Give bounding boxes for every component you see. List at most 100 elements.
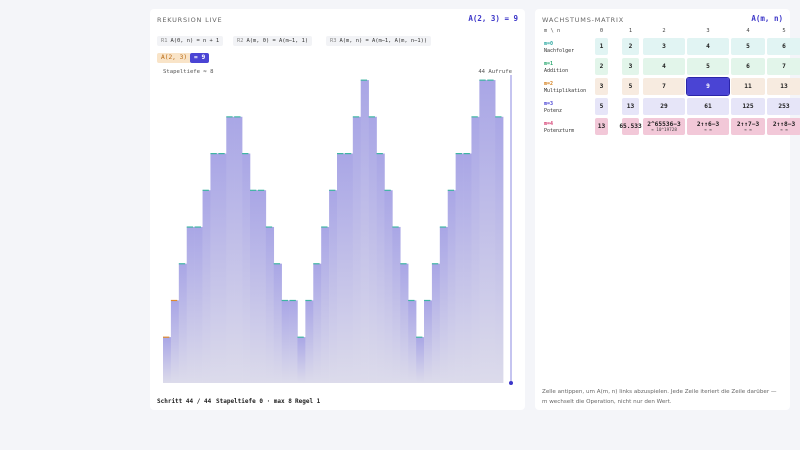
cell-value: 2↑↑7−3: [736, 120, 760, 128]
stack-bar-23: [344, 153, 354, 383]
stack-bar-cap-24: [352, 116, 360, 118]
matrix-cell-m3-n4[interactable]: 125: [731, 98, 765, 115]
matrix-cell-m3-n3[interactable]: 61: [687, 98, 729, 115]
cell-value: 5: [746, 43, 750, 50]
cell-value: 253: [778, 103, 790, 110]
stack-bar-11: [250, 190, 259, 383]
matrix-cell-m1-n0[interactable]: 2: [595, 58, 608, 75]
stack-bar-14: [273, 263, 282, 383]
stack-bar-cap-28: [384, 189, 391, 191]
stack-bar-12: [257, 190, 267, 383]
stack-bar-19: [313, 263, 322, 383]
cell-value: 7: [782, 63, 786, 70]
matrix-cell-m2-n3[interactable]: 9: [686, 77, 730, 96]
matrix-cell-m0-n0[interactable]: 1: [595, 38, 608, 55]
matrix-cell-m2-n4[interactable]: 11: [731, 78, 765, 95]
matrix-cell-m4-n2[interactable]: 2^65536−3 ≈ 10^19728: [643, 118, 685, 135]
stack-bar-34: [431, 263, 441, 383]
row-label-m0: m=0 Nachfolger: [544, 41, 574, 54]
matrix-cell-m2-n1[interactable]: 5: [622, 78, 639, 95]
stack-bar-cap-18: [305, 299, 312, 302]
matrix-cell-m0-n4[interactable]: 5: [731, 38, 765, 55]
matrix-cell-m4-n5[interactable]: 2↑↑8−3 ≈ ∞: [767, 118, 800, 135]
stack-bar-cap-41: [487, 79, 494, 81]
recursion-panel: REKURSION LIVE A(2, 3) = 9 R1 A(0, n) = n…: [150, 9, 525, 410]
stack-bar-cap-6: [210, 153, 217, 155]
matrix-cell-m4-n4[interactable]: 2↑↑7−3 ≈ ∞: [731, 118, 765, 135]
matrix-cell-m2-n2[interactable]: 7: [643, 78, 685, 95]
stack-bar-cap-9: [234, 116, 241, 118]
stack-bar-17: [297, 337, 306, 383]
cell-value: 13: [780, 83, 788, 90]
stack-bar-cap-2: [178, 263, 186, 265]
recursion-result-heading: A(2, 3) = 9: [468, 14, 518, 23]
stack-bar-cap-31: [408, 299, 415, 302]
matrix-cell-m1-n5[interactable]: 7: [767, 58, 800, 75]
plot-calls-label: 44 Aufrufe: [478, 69, 512, 75]
stack-bar-29: [392, 226, 401, 383]
matrix-cell-m1-n4[interactable]: 6: [731, 58, 765, 75]
playhead-dot: [509, 381, 513, 385]
stack-bar-cap-7: [218, 153, 225, 155]
stack-bar-cap-17: [297, 336, 304, 338]
cell-value: 5: [706, 63, 710, 70]
plot-depth-label: Stapeltiefe ≈ 8: [163, 69, 214, 75]
stack-bar-8: [226, 116, 235, 383]
matrix-cell-m3-n0[interactable]: 5: [595, 98, 608, 115]
stack-bar-cap-36: [447, 189, 455, 191]
cell-value: 4: [662, 63, 666, 70]
cell-approx: ≈ ∞: [780, 127, 788, 133]
stack-bar-15: [281, 300, 290, 383]
cell-value: 3: [662, 43, 666, 50]
matrix-cell-m3-n2[interactable]: 29: [643, 98, 685, 115]
matrix-cell-m1-n2[interactable]: 4: [643, 58, 685, 75]
stack-bar-cap-0: [163, 336, 170, 338]
stack-bar-cap-38: [463, 153, 470, 155]
stack-bar-21: [329, 190, 338, 383]
stack-bar-42: [495, 116, 504, 383]
matrix-cell-m0-n1[interactable]: 2: [622, 38, 639, 55]
stack-bar-3: [186, 226, 195, 383]
stack-bar-26: [368, 116, 377, 383]
cell-value: 6: [746, 63, 750, 70]
column-header-1: 1: [628, 28, 633, 34]
row-name: Nachfolger: [544, 47, 575, 54]
cell-approx: ≈ ∞: [704, 127, 712, 133]
stack-bar-10: [242, 153, 251, 383]
stack-bar-2: [178, 263, 188, 383]
matrix-cell-m4-n0[interactable]: 13: [595, 118, 608, 135]
stack-bar-7: [218, 153, 227, 383]
stack-bar-cap-40: [479, 79, 486, 81]
stack-bar-cap-10: [242, 153, 249, 155]
call-stack-chart: Stapeltiefe ≈ 8 44 Aufrufe: [163, 69, 513, 385]
matrix-cell-m0-n5[interactable]: 6: [767, 38, 800, 55]
cell-value: 2↑↑8−3: [772, 120, 796, 128]
rule-id: R1: [161, 38, 168, 44]
matrix-cell-m0-n2[interactable]: 3: [643, 38, 685, 55]
stack-bar-18: [305, 300, 314, 383]
matrix-cell-m1-n1[interactable]: 3: [622, 58, 639, 75]
stack-bar-22: [337, 153, 346, 383]
cell-value: 3: [628, 63, 633, 70]
matrix-cell-m2-n0[interactable]: 3: [595, 78, 608, 95]
cell-value: 11: [744, 83, 752, 90]
matrix-cell-m1-n3[interactable]: 5: [687, 58, 729, 75]
stack-bar-1: [170, 300, 180, 383]
column-header-5: 5: [782, 28, 786, 34]
row-label-m4: m=4 Potenzturm: [544, 121, 574, 134]
matrix-cell-m4-n3[interactable]: 2↑↑6−3 ≈ ∞: [687, 118, 729, 135]
matrix-cell-m2-n5[interactable]: 13: [767, 78, 800, 95]
stack-bar-6: [210, 153, 219, 383]
cell-value: 4: [706, 43, 710, 50]
matrix-cell-m3-n1[interactable]: 13: [622, 98, 639, 115]
stack-bar-5: [202, 190, 211, 383]
stack-bar-24: [352, 116, 362, 383]
matrix-cell-m4-n1[interactable]: 65.533: [619, 118, 642, 135]
stack-bar-0: [163, 337, 172, 383]
stack-bar-cap-42: [495, 116, 502, 118]
rule-text: A(m, n) = A(m−1, A(m, n−1)): [339, 38, 428, 44]
cell-value: 13: [597, 123, 606, 130]
matrix-cell-m0-n3[interactable]: 4: [687, 38, 729, 55]
matrix-cell-m3-n5[interactable]: 253: [767, 98, 800, 115]
stack-bar-cap-32: [416, 336, 423, 338]
